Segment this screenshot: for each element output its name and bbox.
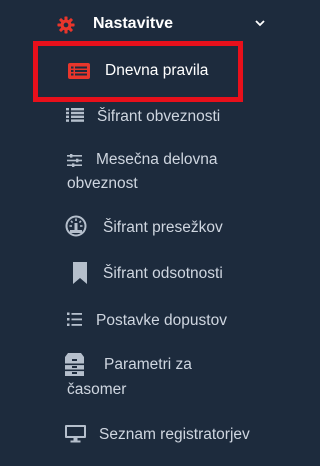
bookmark-icon — [73, 262, 87, 284]
sidebar-item-postavke-dopustov[interactable]: Postavke dopustov — [0, 306, 282, 336]
sidebar-item-label: Šifrant presežkov — [103, 219, 223, 236]
sidebar-item-parametri-za-casomer[interactable]: Parametri za časomer — [0, 350, 282, 404]
list-icon — [66, 108, 84, 122]
chevron-down-icon[interactable] — [254, 18, 266, 28]
sliders-icon — [67, 154, 82, 167]
sidebar-item-label-line1: Mesečna delovna — [96, 151, 218, 168]
sidebar-item-label: Šifrant obveznosti — [97, 108, 221, 125]
gear-icon — [57, 16, 75, 34]
sidebar-item-label-line1: Parametri za — [104, 356, 192, 373]
sidebar-item-seznam-registratorjev[interactable]: Seznam registratorjev — [0, 420, 282, 452]
sidebar-item-label: Seznam registratorjev — [99, 426, 250, 443]
section-label: Nastavitve — [93, 15, 174, 32]
list-card-icon — [68, 63, 90, 79]
archive-icon — [65, 353, 84, 376]
monitor-icon — [65, 425, 86, 443]
sidebar-item-sifrant-odsotnosti[interactable]: Šifrant odsotnosti — [0, 258, 282, 290]
sidebar: Nastavitve Dnevna pravila Šifrant obvezn… — [0, 0, 282, 466]
sidebar-section-nastavitve[interactable]: Nastavitve — [0, 0, 282, 46]
sidebar-item-label-line2: obveznost — [67, 175, 138, 192]
sidebar-item-label: Šifrant odsotnosti — [103, 265, 223, 282]
sidebar-item-label: Postavke dopustov — [96, 312, 227, 329]
gauge-icon — [65, 215, 87, 237]
sidebar-item-label-line2: časomer — [67, 381, 127, 398]
sidebar-item-dnevna-pravila[interactable]: Dnevna pravila — [33, 41, 243, 102]
sidebar-item-sifrant-presezkov[interactable]: Šifrant presežkov — [0, 212, 282, 244]
sidebar-item-mesecna-delovna-obveznost[interactable]: Mesečna delovna obveznost — [0, 146, 282, 198]
numbered-list-icon — [67, 312, 82, 326]
sidebar-item-sifrant-obveznosti[interactable]: Šifrant obveznosti — [0, 102, 282, 132]
sidebar-item-label: Dnevna pravila — [105, 62, 209, 79]
